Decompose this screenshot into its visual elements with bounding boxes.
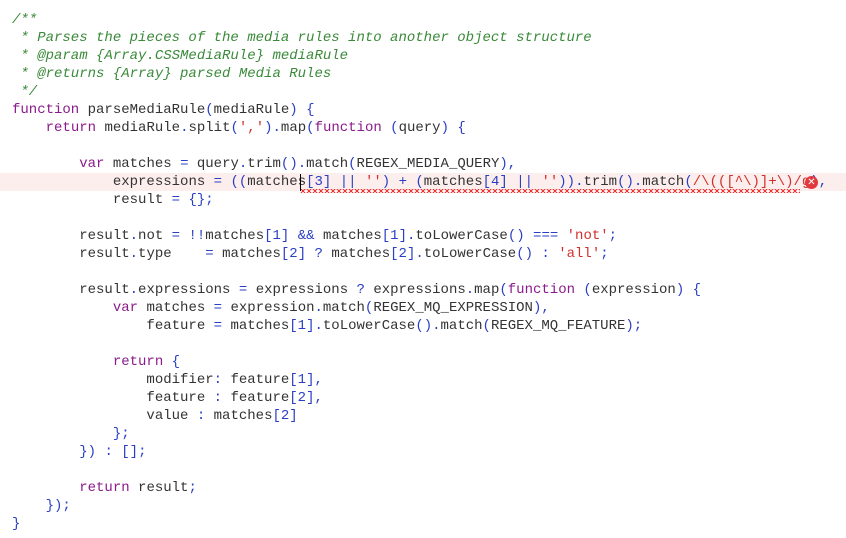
code-line[interactable]: value : matches[2]	[0, 407, 846, 425]
code-line[interactable]: * @returns {Array} parsed Media Rules	[0, 65, 846, 83]
code-line[interactable]: return {	[0, 353, 846, 371]
code-line[interactable]: return result;	[0, 479, 846, 497]
code-line[interactable]	[0, 209, 846, 227]
code-line[interactable]: }	[0, 515, 846, 533]
code-line[interactable]: feature = matches[1].toLowerCase().match…	[0, 317, 846, 335]
code-line[interactable]: modifier: feature[1],	[0, 371, 846, 389]
code-line[interactable]	[0, 461, 846, 479]
code-line[interactable]: var matches = expression.match(REGEX_MQ_…	[0, 299, 846, 317]
code-line[interactable]: * @param {Array.CSSMediaRule} mediaRule	[0, 47, 846, 65]
code-line[interactable]: }) : [];	[0, 443, 846, 461]
code-line[interactable]: * Parses the pieces of the media rules i…	[0, 29, 846, 47]
code-line[interactable]	[0, 335, 846, 353]
code-line[interactable]: /**	[0, 11, 846, 29]
code-line[interactable]: feature : feature[2],	[0, 389, 846, 407]
code-line[interactable]: result.not = !!matches[1] && matches[1].…	[0, 227, 846, 245]
code-line[interactable]: };	[0, 425, 846, 443]
error-circle-x-icon[interactable]: ✕	[805, 176, 818, 189]
code-line[interactable]	[0, 137, 846, 155]
code-line[interactable]: });	[0, 497, 846, 515]
code-editor[interactable]: /** * Parses the pieces of the media rul…	[0, 11, 846, 533]
code-line[interactable]: */	[0, 83, 846, 101]
text-cursor	[300, 174, 301, 191]
code-line[interactable]: return mediaRule.split(',').map(function…	[0, 119, 846, 137]
code-line[interactable]: result = {};	[0, 191, 846, 209]
code-line[interactable]: var matches = query.trim().match(REGEX_M…	[0, 155, 846, 173]
code-line[interactable]: function parseMediaRule(mediaRule) {	[0, 101, 846, 119]
code-line[interactable]: result.type = matches[2] ? matches[2].to…	[0, 245, 846, 263]
code-line[interactable]: result.expressions = expressions ? expre…	[0, 281, 846, 299]
error-squiggle	[300, 189, 800, 193]
code-line[interactable]	[0, 263, 846, 281]
